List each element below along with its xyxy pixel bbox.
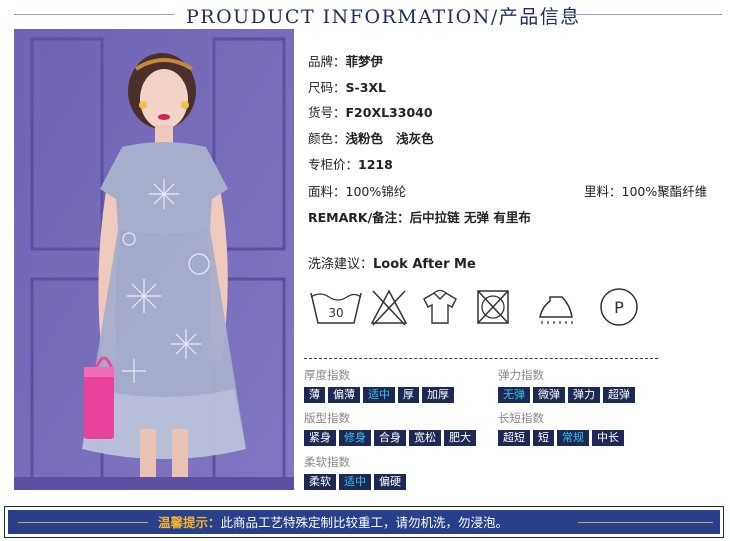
product-photo: [14, 29, 294, 490]
fit-index-chips: 紧身 修身 合身 宽松 肥大: [304, 430, 476, 446]
softness-chip: 柔软: [304, 474, 336, 490]
thickness-chip: 偏薄: [328, 387, 360, 403]
softness-chip-selected: 适中: [339, 474, 371, 490]
page-title: PROUDUCT INFORMATION/产品信息: [186, 6, 581, 28]
color-value: 浅粉色 浅灰色: [345, 131, 434, 146]
price-label: 专柜价：: [308, 157, 359, 172]
sku-row: 货号：F20XL33040: [308, 102, 433, 121]
sku-value: F20XL33040: [345, 105, 433, 120]
fit-chip: 合身: [374, 430, 406, 446]
title-rule-right: [562, 14, 722, 15]
fit-chip: 紧身: [304, 430, 336, 446]
softness-chip: 偏硬: [374, 474, 406, 490]
fit-chip: 宽松: [409, 430, 441, 446]
length-chip: 短: [533, 430, 554, 446]
color-label: 颜色：: [308, 131, 346, 146]
softness-index-title: 柔软指数: [304, 455, 350, 469]
notice-rule-right: [578, 522, 713, 523]
title-rule-left: [14, 14, 174, 15]
elasticity-chip: 超弹: [603, 387, 635, 403]
thickness-chip: 加厚: [422, 387, 454, 403]
remark-row: REMARK/备注：后中拉链 无弹 有里布: [308, 207, 531, 226]
sku-label: 货号：: [308, 105, 346, 120]
dry-clean-p-icon: P: [598, 287, 640, 327]
thickness-index-title: 厚度指数: [304, 368, 350, 382]
size-row: 尺码：S-3XL: [308, 77, 386, 96]
wash-30-icon: 30: [308, 287, 364, 327]
no-tumble-dry-icon: [474, 287, 512, 327]
iron-icon: [536, 287, 576, 327]
color-row: 颜色：浅粉色 浅灰色: [308, 128, 434, 147]
brand-row: 品牌：菲梦伊: [308, 51, 383, 70]
no-bleach-icon: [370, 287, 408, 327]
care-notice-text: 此商品工艺特殊定制比较重工，请勿机洗，勿浸泡。: [220, 515, 509, 530]
thickness-chip: 厚: [398, 387, 419, 403]
section-header: PROUDUCT INFORMATION/产品信息: [0, 0, 730, 30]
wash-row: 洗涤建议：Look After Me: [308, 253, 476, 272]
lining-row: 里料：100%聚酯纤维: [584, 181, 707, 200]
length-chip: 中长: [592, 430, 624, 446]
remark-label: REMARK/备注：: [308, 210, 410, 225]
length-index-chips: 超短 短 常规 中长: [498, 430, 624, 446]
lining-value: 100%聚酯纤维: [621, 184, 708, 199]
brand-value: 菲梦伊: [345, 54, 384, 69]
product-photo-illustration: [14, 29, 294, 490]
care-notice-banner: 温馨提示：此商品工艺特殊定制比较重工，请勿机洗，勿浸泡。: [4, 506, 724, 538]
softness-index-chips: 柔软 适中 偏硬: [304, 474, 406, 490]
length-chip-selected: 常规: [557, 430, 589, 446]
notice-rule-left: [18, 522, 148, 523]
wash-temp-text: 30: [328, 306, 343, 320]
care-notice: 温馨提示：此商品工艺特殊定制比较重工，请勿机洗，勿浸泡。: [158, 512, 508, 531]
price-row: 专柜价：1218: [308, 154, 393, 173]
elasticity-chip-selected: 无弹: [498, 387, 530, 403]
care-notice-label: 温馨提示：: [158, 515, 221, 530]
length-index-title: 长短指数: [498, 411, 544, 425]
wash-value: Look After Me: [373, 257, 476, 272]
thickness-index-chips: 薄 偏薄 适中 厚 加厚: [304, 387, 454, 403]
lining-label: 里料：: [584, 184, 622, 199]
elasticity-index-title: 弹力指数: [498, 368, 544, 382]
brand-label: 品牌：: [308, 54, 346, 69]
fabric-value: 100%锦纶: [345, 184, 407, 199]
length-chip: 超短: [498, 430, 530, 446]
size-value: S-3XL: [345, 80, 387, 95]
fabric-label: 面料：: [308, 184, 346, 199]
elasticity-chip: 弹力: [568, 387, 600, 403]
thickness-chip: 薄: [304, 387, 325, 403]
dry-clean-letter: P: [614, 298, 624, 317]
size-label: 尺码：: [308, 80, 346, 95]
elasticity-chip: 微弹: [533, 387, 565, 403]
hang-dry-icon: [420, 287, 460, 327]
fit-index-title: 版型指数: [304, 411, 350, 425]
fit-chip-selected: 修身: [339, 430, 371, 446]
thickness-chip-selected: 适中: [363, 387, 395, 403]
fit-chip: 肥大: [444, 430, 476, 446]
divider-dashed: [304, 358, 658, 359]
care-notice-bar: 温馨提示：此商品工艺特殊定制比较重工，请勿机洗，勿浸泡。: [8, 510, 720, 534]
fabric-row: 面料：100%锦纶: [308, 181, 406, 200]
wash-label: 洗涤建议：: [308, 257, 374, 272]
price-value: 1218: [358, 157, 393, 172]
elasticity-index-chips: 无弹 微弹 弹力 超弹: [498, 387, 635, 403]
remark-value: 后中拉链 无弹 有里布: [409, 210, 531, 225]
